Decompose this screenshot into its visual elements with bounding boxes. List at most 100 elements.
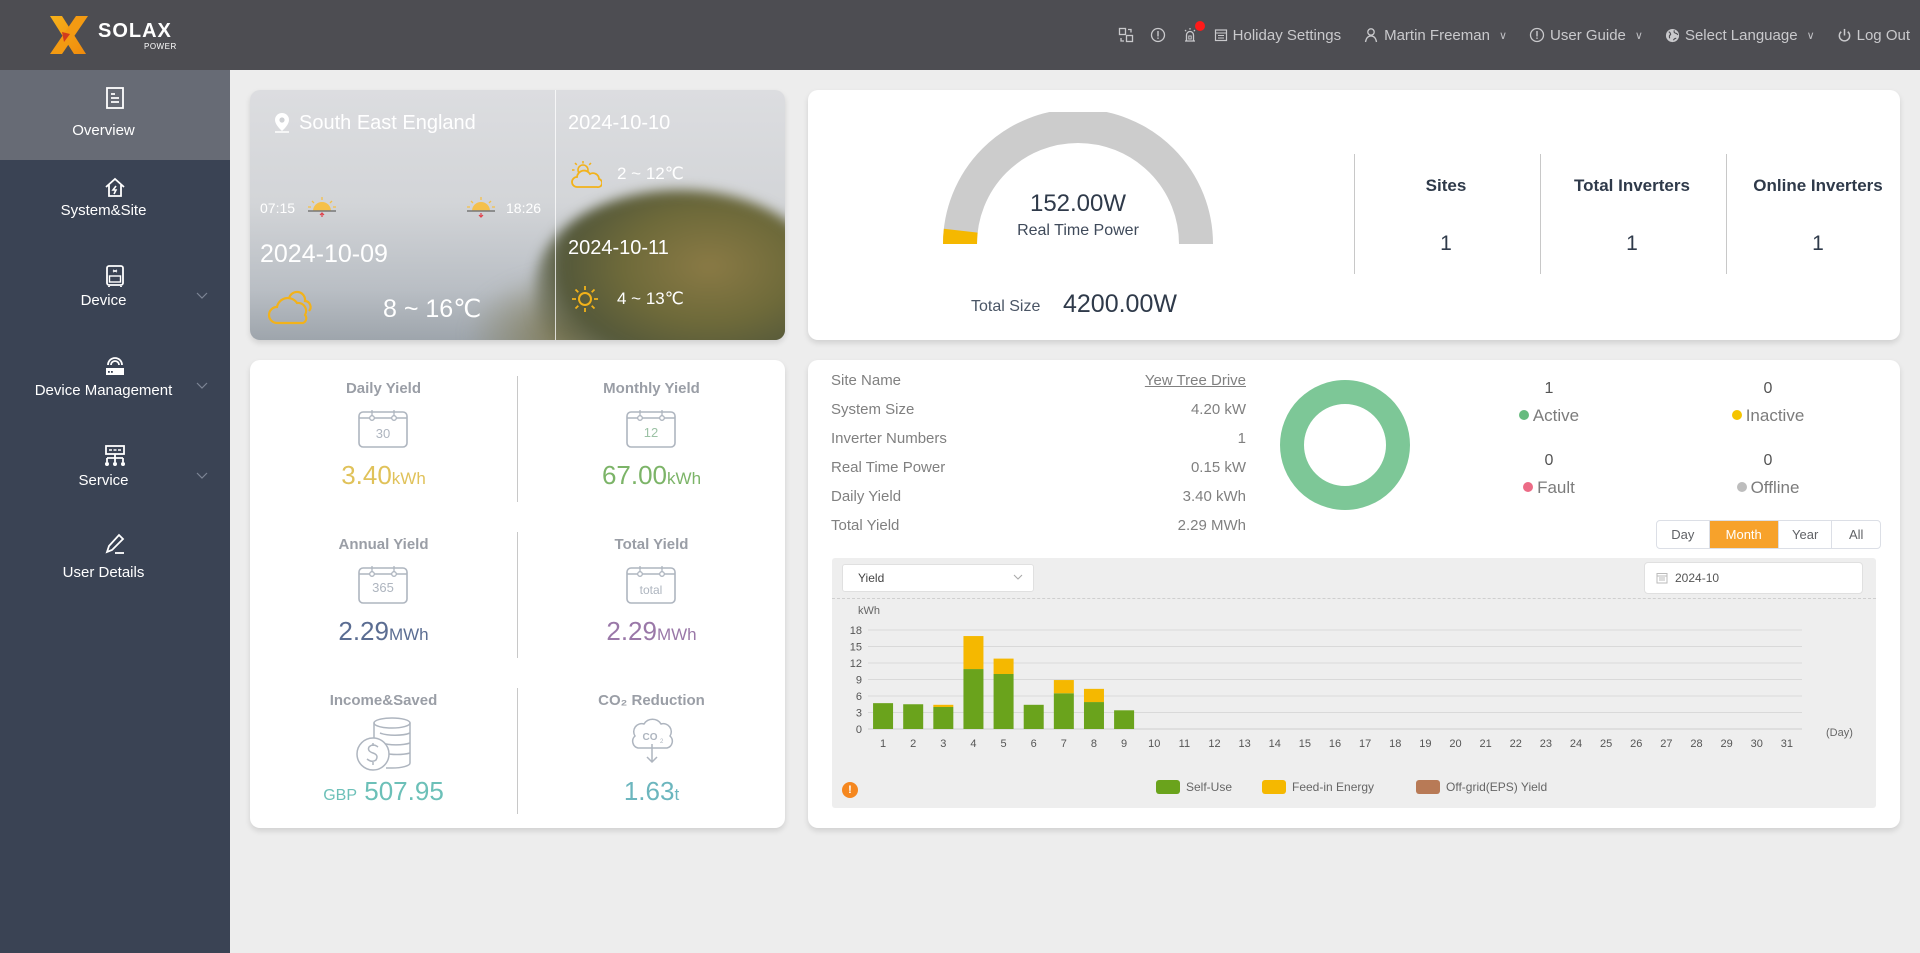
yield-unit: MWh [388,625,429,644]
status-dot [1523,482,1534,492]
bar-self-use-day-2[interactable] [903,704,924,729]
bar-self-use-day-9[interactable] [1114,710,1135,729]
sidebar-item-overview[interactable]: Overview [0,70,230,160]
x-tick-label: 4 [970,738,976,750]
warning-icon[interactable]: ! [842,782,858,798]
sidebar-label: User Details [62,564,145,581]
y-tick-label: 12 [850,658,862,670]
alarm-badge [1194,21,1205,31]
bar-self-use-day-4[interactable] [963,669,984,729]
yield-title: Annual Yield [338,536,429,553]
yield-title: Total Yield [614,536,689,553]
x-tick-label: 7 [1061,738,1067,750]
house-lightning-icon [105,177,125,197]
yield-unit: kWh [667,469,702,488]
calendar-icon-text: 365 [372,580,394,595]
user-guide-menu[interactable]: User Guide ∨ [1529,27,1643,44]
yield-title: Monthly Yield [603,380,700,397]
y-axis-label: kWh [858,605,880,617]
switch-view-button[interactable] [1118,27,1134,43]
bar-feed-in-energy-day-8[interactable] [1083,688,1104,703]
divider [1354,154,1355,274]
language-menu[interactable]: Select Language ∨ [1665,27,1815,44]
yield-chart-panel: Yield 2024-10 kWh (Day) 0 3 6 9 12 15 18 12345… [832,558,1876,808]
row-label: Daily Yield [831,488,902,505]
legend-feed-in-energy[interactable]: Feed-in Energy [1262,780,1374,794]
calendar-icon [1656,573,1668,584]
y-tick-label: 6 [856,691,862,703]
sidebar-item-device-management[interactable]: Device Management [0,340,230,430]
forecast-date-1: 2024-10-10 [568,112,671,134]
x-tick-label: 24 [1570,738,1582,750]
pencil-icon [105,533,125,554]
currency-prefix: GBP [323,787,358,804]
yield-bar-chart: kWh (Day) 0369121518 1 2 3 4 5 6 7 8 9 10 11 12 13 14… [850,605,1853,750]
status-count: 0 [1763,380,1773,397]
legend-self-use[interactable]: Self-Use [1156,780,1232,794]
sidebar-item-device[interactable]: Device [0,250,230,340]
overview-icon [106,87,124,109]
holiday-settings-button[interactable]: Holiday Settings [1214,27,1341,44]
chevron-down-icon [1013,574,1023,580]
month-date-picker[interactable]: 2024-10 [1644,562,1863,594]
guide-info-icon [1529,27,1545,43]
divider [832,598,1876,599]
x-tick-label: 18 [1389,738,1401,750]
bar-self-use-day-8[interactable] [1083,702,1104,729]
metric-select[interactable]: Yield [842,564,1034,592]
tab-month[interactable]: Month [1709,521,1779,548]
solax-logo[interactable]: SOLAX POWER [48,14,188,56]
tab-all[interactable]: All [1832,521,1880,548]
sunrise-icon [308,197,336,217]
row-value: 1 [1237,430,1246,447]
x-tick-label: 13 [1238,738,1250,750]
x-tick-label: 15 [1299,738,1311,750]
bar-self-use-day-3[interactable] [933,707,954,729]
chevron-down-icon [196,472,208,479]
bar-self-use-day-5[interactable] [993,674,1014,729]
log-out-button[interactable]: Log Out [1837,27,1910,44]
co2-reduction: CO₂ Reduction CO 2 1.63t [518,672,785,828]
tab-year[interactable]: Year [1779,521,1833,548]
site-name-link[interactable]: Yew Tree Drive [1145,372,1246,389]
bar-self-use-day-6[interactable] [1023,704,1044,729]
svg-text:CO: CO [643,732,658,743]
site-detail-card: Site Name Yew Tree Drive System Size 4.20 … [808,360,1900,828]
x-tick-label: 6 [1031,738,1037,750]
bar-self-use-day-1[interactable] [873,703,894,729]
monthly-yield: Monthly Yield 12 67.00kWh [518,360,785,516]
user-menu[interactable]: Martin Freeman ∨ [1363,27,1507,44]
status-label: Inactive [1745,406,1805,425]
calendar-icon: 30 [358,410,408,448]
x-tick-label: 25 [1600,738,1612,750]
y-tick-label: 3 [856,708,862,720]
calendar-icon-text: total [640,583,663,597]
sidebar-item-user-details[interactable]: User Details [0,520,230,610]
x-tick-label: 20 [1449,738,1461,750]
row-value: 3.40 kWh [1182,488,1246,505]
info-button[interactable] [1150,27,1166,43]
sidebar-item-service[interactable]: Service [0,430,230,520]
yield-number: 2.29 [338,616,389,646]
bar-feed-in-energy-day-7[interactable] [1053,680,1074,694]
total-size-label: Total Size [971,298,1041,315]
sidebar-item-system-site[interactable]: System&Site [0,160,230,250]
bar-feed-in-energy-day-4[interactable] [963,636,984,670]
coins-dollar-icon [356,717,411,771]
bar-self-use-day-7[interactable] [1053,693,1074,729]
x-tick-label: 1 [880,738,886,750]
weather-divider [555,90,556,340]
yield-number: 67.00 [601,460,668,490]
bar-feed-in-energy-day-3[interactable] [933,704,954,707]
yield-value: 2.29MWh [250,616,517,647]
tab-day[interactable]: Day [1657,521,1710,548]
row-label: Total Yield [831,517,900,534]
legend-swatch [1156,780,1180,794]
status-label-wrap: Fault [1489,478,1609,498]
yield-value: 2.29MWh [518,616,785,647]
legend-off-grid-eps-yield[interactable]: Off-grid(EPS) Yield [1416,780,1547,794]
brand-name: SOLAX [98,20,172,42]
bar-feed-in-energy-day-5[interactable] [993,658,1014,674]
alarm-button[interactable] [1182,21,1205,43]
x-tick-label: 27 [1660,738,1672,750]
